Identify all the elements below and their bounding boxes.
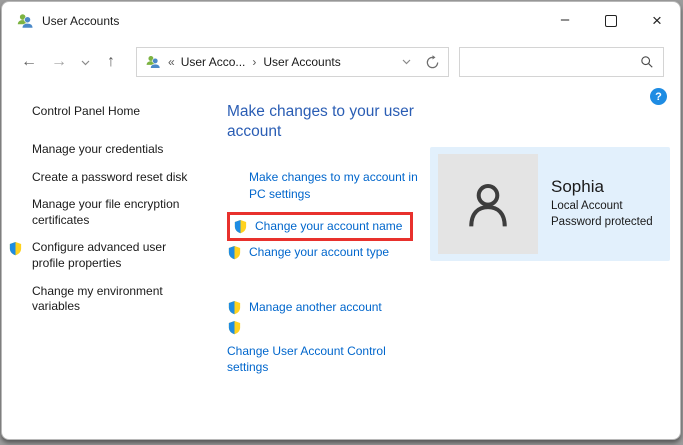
close-button[interactable]: × bbox=[634, 2, 680, 40]
user-info-panel: Sophia Local Account Password protected bbox=[430, 147, 670, 261]
address-bar[interactable]: « User Acco... › User Accounts bbox=[136, 47, 449, 77]
uac-shield-icon bbox=[8, 241, 23, 256]
content-area: ? Control Panel Home Manage your credent… bbox=[2, 84, 680, 440]
help-button[interactable]: ? bbox=[650, 88, 667, 105]
search-box[interactable] bbox=[459, 47, 664, 77]
sidebar-item-file-encryption-certificates[interactable]: Manage your file encryption certificates bbox=[32, 197, 200, 228]
title-bar: User Accounts – × bbox=[2, 2, 680, 40]
breadcrumb-collapsed-indicator[interactable]: « bbox=[168, 55, 175, 69]
breadcrumb-current[interactable]: User Accounts bbox=[263, 55, 340, 69]
navigation-bar: ← → ↑ « User Acco... › User Accounts bbox=[2, 40, 680, 84]
password-status-label: Password protected bbox=[551, 215, 653, 231]
minimize-button[interactable]: – bbox=[542, 1, 588, 38]
maximize-button[interactable] bbox=[588, 2, 634, 40]
address-dropdown-chevron-icon[interactable] bbox=[402, 59, 411, 65]
search-input[interactable] bbox=[469, 47, 640, 77]
link-manage-another-account[interactable]: Manage another account bbox=[249, 299, 382, 316]
uac-shield-icon bbox=[233, 219, 248, 234]
forward-button[interactable]: → bbox=[44, 53, 74, 71]
uac-shield-icon bbox=[227, 320, 242, 335]
highlight-annotation-box: Change your account name bbox=[227, 212, 413, 241]
link-change-account-name[interactable]: Change your account name bbox=[255, 218, 402, 235]
account-type-label: Local Account bbox=[551, 199, 653, 215]
recent-locations-chevron-icon[interactable] bbox=[74, 53, 96, 71]
sidebar-item-password-reset-disk[interactable]: Create a password reset disk bbox=[32, 170, 200, 186]
sidebar-item-label: Configure advanced user profile properti… bbox=[32, 240, 166, 270]
sidebar-item-advanced-user-profile[interactable]: Configure advanced user profile properti… bbox=[32, 240, 200, 271]
user-name: Sophia bbox=[551, 177, 653, 197]
uac-shield-icon bbox=[227, 300, 242, 315]
user-accounts-icon bbox=[16, 12, 34, 30]
uac-shield-icon bbox=[227, 245, 242, 260]
refresh-icon[interactable] bbox=[425, 55, 440, 70]
up-button[interactable]: ↑ bbox=[96, 53, 126, 71]
task-row: Change User Account Control settings bbox=[227, 316, 467, 376]
person-icon bbox=[457, 173, 519, 235]
link-change-account-type[interactable]: Change your account type bbox=[249, 244, 389, 261]
window-title: User Accounts bbox=[42, 14, 119, 28]
breadcrumb-root[interactable]: User Acco... bbox=[181, 55, 246, 69]
avatar bbox=[438, 154, 538, 254]
maximize-icon bbox=[605, 15, 617, 27]
sidebar: Control Panel Home Manage your credentia… bbox=[2, 84, 222, 327]
link-change-uac-settings[interactable]: Change User Account Control settings bbox=[227, 343, 402, 376]
breadcrumb-separator-icon: › bbox=[252, 55, 256, 69]
sidebar-item-manage-credentials[interactable]: Manage your credentials bbox=[32, 142, 200, 158]
link-pc-settings[interactable]: Make changes to my account in PC setting… bbox=[249, 169, 424, 202]
sidebar-item-control-panel-home[interactable]: Control Panel Home bbox=[32, 104, 222, 118]
search-icon[interactable] bbox=[640, 55, 654, 69]
task-row: Manage another account bbox=[227, 299, 467, 316]
sidebar-item-environment-variables[interactable]: Change my environment variables bbox=[32, 284, 200, 315]
user-accounts-window: User Accounts – × ← → ↑ « User Acco... ›… bbox=[1, 1, 681, 440]
back-button[interactable]: ← bbox=[14, 53, 44, 71]
user-accounts-icon bbox=[145, 54, 161, 70]
page-title: Make changes to your user account bbox=[227, 102, 467, 142]
